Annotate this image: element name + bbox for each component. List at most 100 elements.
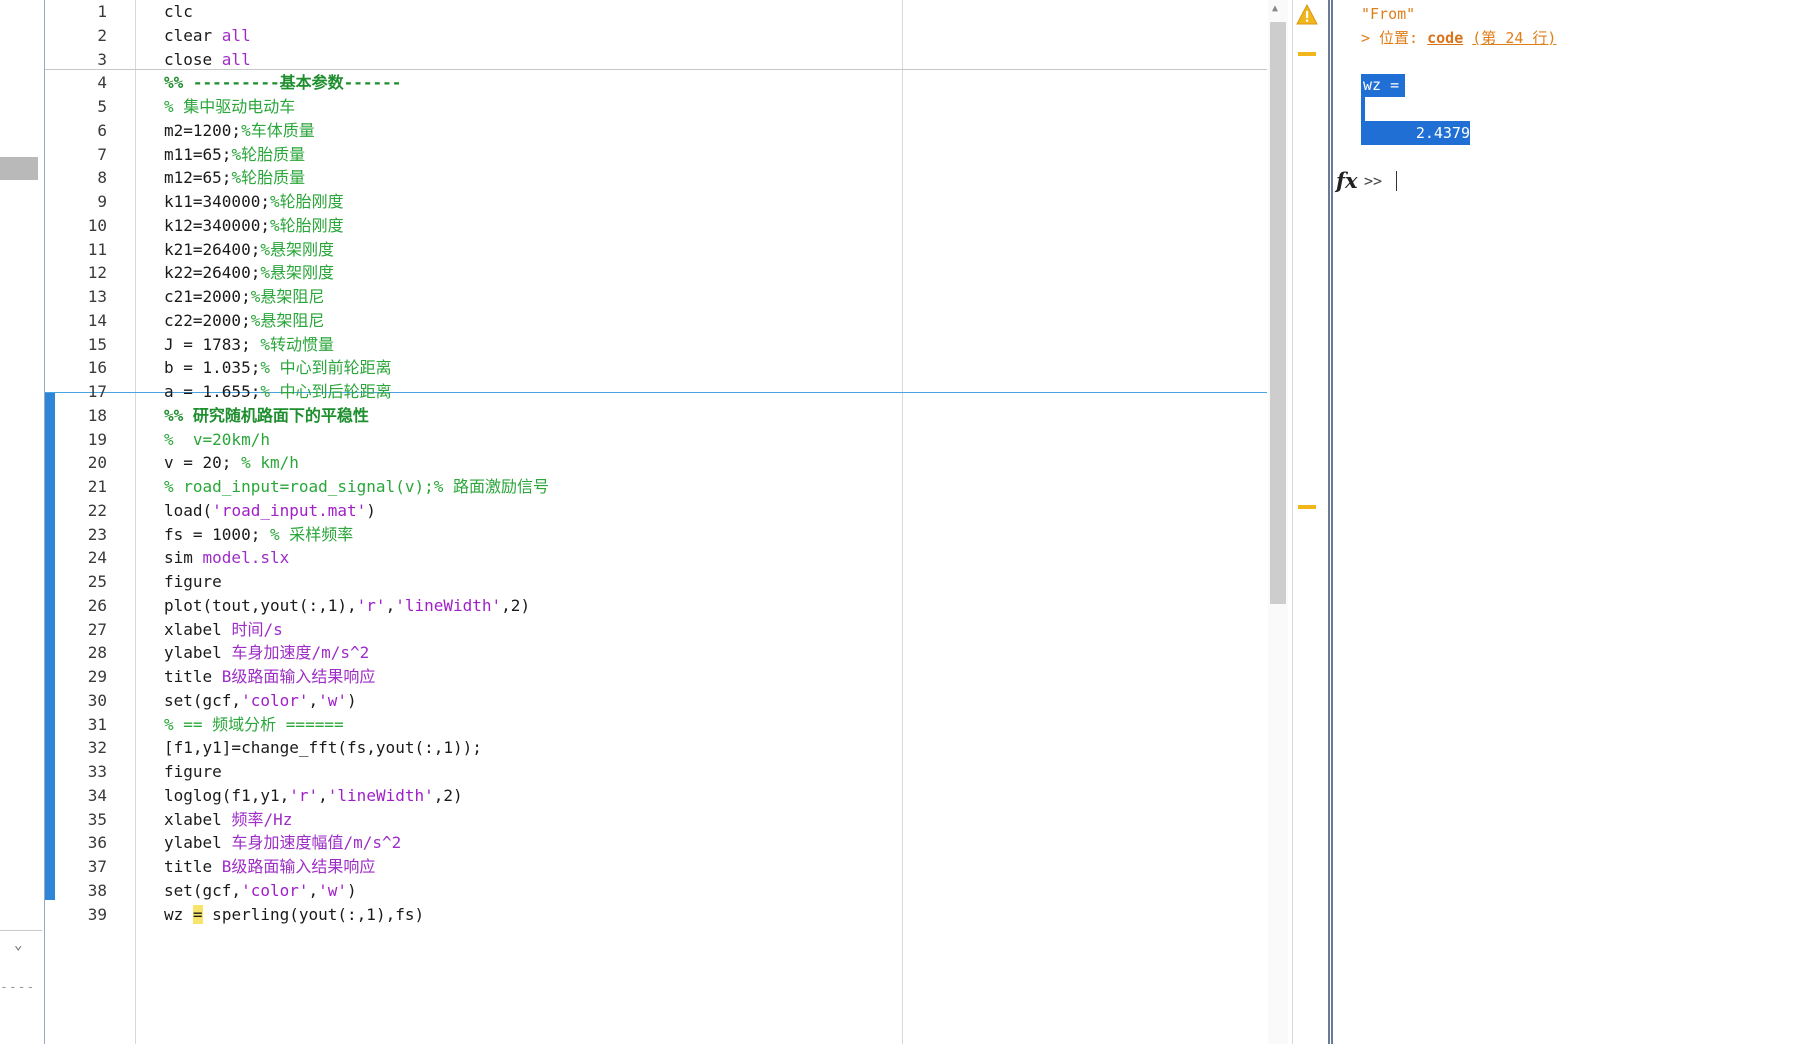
code-editor[interactable]: 1 clc 2 clear all 3 close all 4 %% ---------基本参… [45, 0, 1288, 1044]
code-text[interactable]: xlabel 时间/s [164, 618, 283, 641]
code-line[interactable]: 3 close all [45, 48, 1265, 71]
code-text[interactable]: title B级路面输入结果响应 [164, 855, 375, 878]
code-token: J = 1783; [164, 334, 261, 354]
code-text[interactable]: wz = sperling(yout(:,1),fs) [164, 903, 424, 926]
line-number: 22 [87, 500, 107, 520]
code-line[interactable]: 12 k22=26400;%悬架刚度 [45, 261, 1265, 284]
code-text[interactable]: loglog(f1,y1,'r','lineWidth',2) [164, 784, 463, 807]
code-line[interactable]: 19 % v=20km/h [45, 428, 1265, 451]
warning-marker[interactable] [1298, 52, 1316, 56]
editor-scrollbar[interactable]: ▲ [1268, 0, 1288, 1044]
code-text[interactable]: set(gcf,'color','w') [164, 689, 357, 712]
code-text[interactable]: [f1,y1]=change_fft(fs,yout(:,1)); [164, 736, 482, 759]
code-line[interactable]: 25 figure [45, 570, 1265, 593]
code-text[interactable]: set(gcf,'color','w') [164, 879, 357, 902]
code-text[interactable]: figure [164, 570, 222, 593]
code-text[interactable]: b = 1.035;% 中心到前轮距离 [164, 356, 392, 379]
scroll-up-arrow-icon[interactable]: ▲ [1272, 4, 1278, 14]
code-text[interactable]: ylabel 车身加速度/m/s^2 [164, 641, 369, 664]
function-browser-icon[interactable]: fx [1336, 168, 1358, 194]
code-line[interactable]: 20 v = 20; % km/h [45, 451, 1265, 474]
code-text[interactable]: v = 20; % km/h [164, 451, 299, 474]
code-line[interactable]: 35 xlabel 频率/Hz [45, 808, 1265, 831]
code-text[interactable]: k21=26400;%悬架刚度 [164, 238, 334, 261]
code-line[interactable]: 14 c22=2000;%悬架阻尼 [45, 309, 1265, 332]
code-line[interactable]: 6 m2=1200;%车体质量 [45, 119, 1265, 142]
code-line[interactable]: 39 wz = sperling(yout(:,1),fs) [45, 903, 1265, 926]
warning-triangle-icon[interactable] [1296, 4, 1318, 26]
code-text[interactable]: % 集中驱动电动车 [164, 95, 295, 118]
code-line[interactable]: 16 b = 1.035;% 中心到前轮距离 [45, 356, 1265, 379]
code-text[interactable]: m2=1200;%车体质量 [164, 119, 315, 142]
code-text[interactable]: %% 研究随机路面下的平稳性 [164, 404, 369, 427]
code-text[interactable]: m11=65;%轮胎质量 [164, 143, 305, 166]
code-text[interactable]: % v=20km/h [164, 428, 270, 451]
warning-marker[interactable] [1298, 505, 1316, 509]
code-line[interactable]: 5 % 集中驱动电动车 [45, 95, 1265, 118]
code-line[interactable]: 24 sim model.slx [45, 546, 1265, 569]
code-text[interactable]: close all [164, 48, 251, 71]
scrollbar-thumb[interactable] [1270, 22, 1286, 604]
code-line[interactable]: 32 [f1,y1]=change_fft(fs,yout(:,1)); [45, 736, 1265, 759]
code-line[interactable]: 10 k12=340000;%轮胎刚度 [45, 214, 1265, 237]
code-text[interactable]: m12=65;%轮胎质量 [164, 166, 305, 189]
code-text[interactable]: clear all [164, 24, 251, 47]
code-text[interactable]: clc [164, 0, 193, 23]
code-line[interactable]: 2 clear all [45, 24, 1265, 47]
code-line[interactable]: 9 k11=340000;%轮胎刚度 [45, 190, 1265, 213]
code-line[interactable]: 34 loglog(f1,y1,'r','lineWidth',2) [45, 784, 1265, 807]
code-text[interactable]: k22=26400;%悬架刚度 [164, 261, 334, 284]
code-line[interactable]: 38 set(gcf,'color','w') [45, 879, 1265, 902]
code-line[interactable]: 26 plot(tout,yout(:,1),'r','lineWidth',2) [45, 594, 1265, 617]
code-line[interactable]: 33 figure [45, 760, 1265, 783]
code-line[interactable]: 1 clc [45, 0, 1265, 23]
code-text[interactable]: fs = 1000; % 采样频率 [164, 523, 353, 546]
code-text[interactable]: c22=2000;%悬架阻尼 [164, 309, 324, 332]
code-text[interactable]: load('road_input.mat') [164, 499, 376, 522]
error-file-link[interactable]: code [1427, 29, 1463, 47]
code-line[interactable]: 31 % == 频域分析 ====== [45, 713, 1265, 736]
code-line[interactable]: 21 % road_input=road_signal(v);% 路面激励信号 [45, 475, 1265, 498]
code-text[interactable]: sim model.slx [164, 546, 289, 569]
panel-grip-handle[interactable] [0, 157, 38, 180]
code-line[interactable]: 29 title B级路面输入结果响应 [45, 665, 1265, 688]
code-token: B级路面输入结果响应 [221, 667, 376, 686]
code-line[interactable]: 13 c21=2000;%悬架阻尼 [45, 285, 1265, 308]
code-line[interactable]: 23 fs = 1000; % 采样频率 [45, 523, 1265, 546]
error-line-link[interactable]: (第 24 行) [1472, 29, 1556, 47]
code-line[interactable]: 7 m11=65;%轮胎质量 [45, 143, 1265, 166]
code-text[interactable]: title B级路面输入结果响应 [164, 665, 375, 688]
code-text[interactable]: a = 1.655;% 中心到后轮距离 [164, 380, 392, 403]
code-text[interactable]: plot(tout,yout(:,1),'r','lineWidth',2) [164, 594, 530, 617]
code-text[interactable]: figure [164, 760, 222, 783]
code-text[interactable]: k11=340000;%轮胎刚度 [164, 190, 344, 213]
code-line[interactable]: 17 a = 1.655;% 中心到后轮距离 [45, 380, 1265, 403]
code-line[interactable]: 15 J = 1783; %转动惯量 [45, 333, 1265, 356]
code-line[interactable]: 22 load('road_input.mat') [45, 499, 1265, 522]
command-window[interactable]: "From" > 位置: code (第 24 行) wz = 2.4379 f… [1336, 0, 1799, 1044]
code-token: k11=340000; [164, 192, 270, 211]
code-token: all [221, 25, 251, 45]
code-text[interactable]: ylabel 车身加速度幅值/m/s^2 [164, 831, 401, 854]
code-line[interactable]: 27 xlabel 时间/s [45, 618, 1265, 641]
code-text[interactable]: k12=340000;%轮胎刚度 [164, 214, 344, 237]
code-text[interactable]: xlabel 频率/Hz [164, 808, 292, 831]
code-line[interactable]: 11 k21=26400;%悬架刚度 [45, 238, 1265, 261]
code-line[interactable]: 28 ylabel 车身加速度/m/s^2 [45, 641, 1265, 664]
code-line[interactable]: 36 ylabel 车身加速度幅值/m/s^2 [45, 831, 1265, 854]
panel-splitter[interactable] [1328, 0, 1333, 1044]
chevron-down-icon[interactable]: ⌄ [14, 937, 22, 953]
code-line[interactable]: 4 %% ---------基本参数------ [45, 71, 1265, 94]
code-text[interactable]: % == 频域分析 ====== [164, 713, 344, 736]
code-text[interactable]: % road_input=road_signal(v);% 路面激励信号 [164, 475, 549, 498]
code-text[interactable]: c21=2000;%悬架阻尼 [164, 285, 324, 308]
code-line[interactable]: 18 %% 研究随机路面下的平稳性 [45, 404, 1265, 427]
code-text[interactable]: %% ---------基本参数------ [164, 71, 401, 94]
code-line[interactable]: 37 title B级路面输入结果响应 [45, 855, 1265, 878]
line-number: 6 [97, 120, 107, 140]
code-line[interactable]: 8 m12=65;%轮胎质量 [45, 166, 1265, 189]
code-line[interactable]: 30 set(gcf,'color','w') [45, 689, 1265, 712]
code-text[interactable]: J = 1783; %转动惯量 [164, 333, 334, 356]
code-token: set(gcf, [164, 880, 242, 900]
error-location: > 位置: code (第 24 行) [1361, 28, 1556, 48]
